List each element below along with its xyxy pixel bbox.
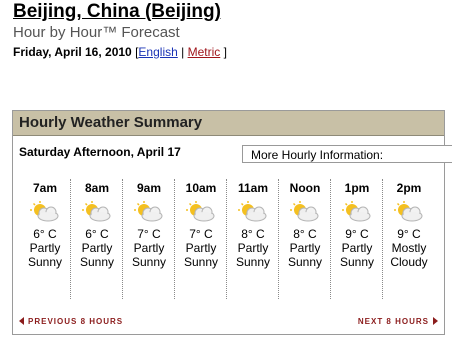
hour-label: 10am xyxy=(185,181,217,195)
close-bracket: ] xyxy=(223,45,227,59)
condition-line-2: Sunny xyxy=(79,255,115,269)
previous-8-hours-link[interactable]: PREVIOUS 8 HOURS xyxy=(19,317,123,326)
temperature: 7° C xyxy=(189,227,213,241)
partly-sunny-icon xyxy=(238,201,268,223)
hour-column: 8am 6° C Partly Sunny xyxy=(71,177,123,301)
partly-sunny-icon xyxy=(134,201,164,223)
condition-line-2: Sunny xyxy=(27,255,63,269)
hour-label: 11am xyxy=(237,181,269,195)
metric-units-link[interactable]: Metric xyxy=(188,45,221,59)
temperature: 6° C xyxy=(33,227,57,241)
hour-label: Noon xyxy=(289,181,321,195)
date-line: Friday, April 16, 2010 [English | Metric… xyxy=(13,44,227,60)
condition-line-1: Partly xyxy=(29,241,61,255)
more-hourly-info-dropdown[interactable]: More Hourly Information: xyxy=(242,145,452,163)
temperature: 9° C xyxy=(397,227,421,241)
hour-label: 9am xyxy=(136,181,162,195)
hour-label: 8am xyxy=(84,181,110,195)
hour-column: 2pm 9° C Mostly Cloudy xyxy=(383,177,435,301)
mostly-cloudy-icon xyxy=(394,201,424,223)
partly-sunny-icon xyxy=(82,201,112,223)
arrow-left-icon xyxy=(19,317,24,325)
page-subtitle: Hour by Hour™ Forecast xyxy=(13,24,180,41)
condition-line-2: Sunny xyxy=(183,255,219,269)
forecast-date: Friday, April 16, 2010 xyxy=(13,45,132,59)
partly-sunny-icon xyxy=(290,201,320,223)
condition-line-1: Partly xyxy=(185,241,217,255)
condition-line-1: Mostly xyxy=(391,241,427,255)
more-hourly-info-label: More Hourly Information: xyxy=(251,148,384,162)
temperature: 6° C xyxy=(85,227,109,241)
temperature: 9° C xyxy=(345,227,369,241)
next-link-label: NEXT 8 HOURS xyxy=(357,317,429,326)
hour-column: 1pm 9° C Partly Sunny xyxy=(331,177,383,301)
hour-column: 7am 6° C Partly Sunny xyxy=(19,177,71,301)
arrow-right-icon xyxy=(433,317,438,325)
panel-subheader: Saturday Afternoon, April 17 More Hourly… xyxy=(13,137,452,167)
day-label: Saturday Afternoon, April 17 xyxy=(19,145,181,159)
condition-line-2: Sunny xyxy=(287,255,323,269)
hour-column: 9am 7° C Partly Sunny xyxy=(123,177,175,301)
temperature: 7° C xyxy=(137,227,161,241)
english-units-link[interactable]: English xyxy=(138,45,177,59)
hour-column: Noon 8° C Partly Sunny xyxy=(279,177,331,301)
hour-label: 1pm xyxy=(344,181,370,195)
condition-line-2: Sunny xyxy=(235,255,271,269)
hour-column: 10am 7° C Partly Sunny xyxy=(175,177,227,301)
units-divider: | xyxy=(181,45,185,59)
temperature: 8° C xyxy=(293,227,317,241)
hours-row: 7am 6° C Partly Sunny 8am 6° C Partly Sunny 9am 7… xyxy=(19,177,439,301)
partly-sunny-icon xyxy=(186,201,216,223)
hour-label: 2pm xyxy=(396,181,422,195)
hourly-summary-panel: Hourly Weather Summary Saturday Afternoo… xyxy=(12,110,452,335)
next-8-hours-link[interactable]: NEXT 8 HOURS xyxy=(358,317,438,326)
condition-line-1: Partly xyxy=(237,241,269,255)
page-title[interactable]: Beijing, China (Beijing) xyxy=(13,0,221,24)
partly-sunny-icon xyxy=(342,201,372,223)
condition-line-1: Partly xyxy=(133,241,165,255)
temperature: 8° C xyxy=(241,227,265,241)
condition-line-1: Partly xyxy=(289,241,321,255)
condition-line-1: Partly xyxy=(341,241,373,255)
condition-line-2: Cloudy xyxy=(390,255,428,269)
condition-line-1: Partly xyxy=(81,241,113,255)
hour-label: 7am xyxy=(32,181,58,195)
condition-line-2: Sunny xyxy=(131,255,167,269)
hour-column: 11am 8° C Partly Sunny xyxy=(227,177,279,301)
condition-line-2: Sunny xyxy=(339,255,375,269)
previous-link-label: PREVIOUS 8 HOURS xyxy=(28,317,124,326)
panel-header: Hourly Weather Summary xyxy=(13,111,444,136)
partly-sunny-icon xyxy=(30,201,60,223)
panel-heading: Hourly Weather Summary xyxy=(19,114,203,131)
